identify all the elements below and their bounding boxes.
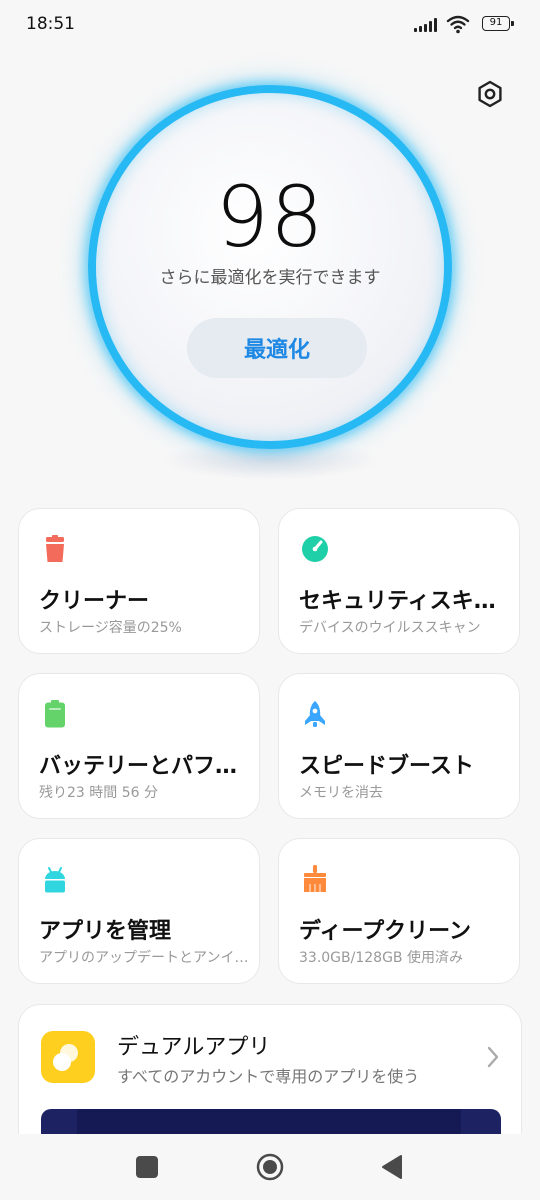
- card-speed-boost[interactable]: スピードブースト メモリを消去: [278, 673, 520, 819]
- card-title: アプリを管理: [39, 919, 172, 944]
- dual-app-subtitle: すべてのアカウントで専用のアプリを使う: [117, 1067, 420, 1086]
- dual-app-title: デュアルアプリ: [117, 1035, 271, 1060]
- signal-icon: [414, 18, 440, 32]
- trash-icon: [46, 535, 64, 562]
- card-subtitle: ストレージ容量の25%: [39, 620, 182, 636]
- card-title: セキュリティスキャン: [299, 589, 509, 614]
- dual-app-card[interactable]: デュアルアプリ すべてのアカウントで専用のアプリを使う: [18, 1004, 522, 1144]
- card-title: スピードブースト: [299, 754, 474, 779]
- score-hint: さらに最適化を実行できます: [159, 268, 381, 288]
- card-subtitle: 33.0GB/128GB 使用済み: [299, 950, 463, 966]
- card-title: クリーナー: [39, 589, 150, 614]
- battery-icon: 91: [482, 16, 514, 31]
- brush-icon: [304, 865, 326, 892]
- chevron-right-icon: [487, 1046, 499, 1068]
- rocket-icon: [305, 701, 325, 727]
- status-bar: 18:51 91: [0, 0, 540, 52]
- card-subtitle: デバイスのウイルススキャン: [299, 620, 481, 636]
- card-manage-apps[interactable]: アプリを管理 アプリのアップデートとアンインストール: [18, 838, 260, 984]
- card-subtitle: アプリのアップデートとアンインストール: [39, 950, 251, 966]
- card-deep-clean[interactable]: ディープクリーン 33.0GB/128GB 使用済み: [278, 838, 520, 984]
- optimize-button[interactable]: 最適化: [187, 318, 367, 378]
- dual-app-icon: [41, 1031, 95, 1083]
- android-icon: [45, 867, 65, 893]
- shield-scan-icon: [302, 536, 328, 562]
- status-time: 18:51: [26, 14, 75, 34]
- optimization-score: 98: [215, 168, 325, 266]
- battery-icon: [45, 700, 65, 728]
- navigation-bar: [0, 1134, 540, 1200]
- recents-button[interactable]: [136, 1156, 158, 1178]
- wifi-icon: [446, 15, 470, 34]
- card-battery-performance[interactable]: バッテリーとパフォーマンス 残り23 時間 56 分: [18, 673, 260, 819]
- card-security-scan[interactable]: セキュリティスキャン デバイスのウイルススキャン: [278, 508, 520, 654]
- home-button[interactable]: [256, 1153, 284, 1181]
- card-cleaner[interactable]: クリーナー ストレージ容量の25%: [18, 508, 260, 654]
- card-title: バッテリーとパフォーマンス: [39, 754, 249, 779]
- score-ring: 98 さらに最適化を実行できます 最適化: [88, 85, 452, 449]
- back-button[interactable]: [380, 1154, 404, 1180]
- card-subtitle: メモリを消去: [299, 785, 383, 801]
- settings-icon[interactable]: [476, 80, 504, 108]
- card-subtitle: 残り23 時間 56 分: [39, 785, 158, 801]
- card-title: ディープクリーン: [299, 919, 472, 944]
